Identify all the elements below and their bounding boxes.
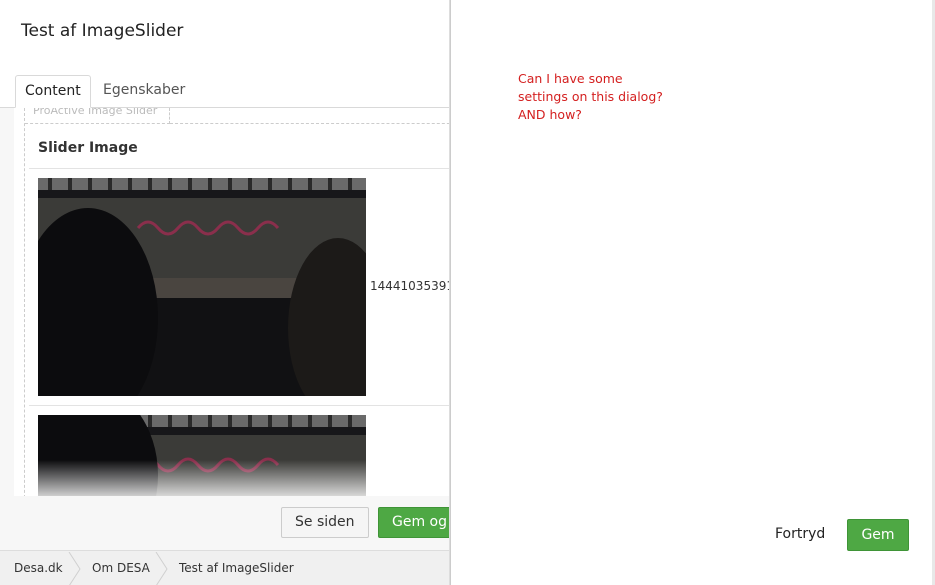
section-title: Slider Image bbox=[38, 140, 138, 156]
cancel-button[interactable]: Fortryd bbox=[775, 526, 825, 542]
content-editor: Test af ImageSlider Content Egenskaber P… bbox=[0, 0, 450, 585]
editor-header: Test af ImageSlider bbox=[0, 0, 449, 64]
section-divider bbox=[29, 168, 449, 169]
tab-content[interactable]: Content bbox=[15, 75, 91, 108]
breadcrumb-separator-icon bbox=[68, 552, 81, 585]
breadcrumb-item-current: Test af ImageSlider bbox=[179, 561, 294, 575]
tab-egenskaber[interactable]: Egenskaber bbox=[94, 75, 194, 108]
breadcrumb-item-om-desa[interactable]: Om DESA bbox=[92, 561, 150, 575]
save-publish-button[interactable]: Gem og bbox=[378, 507, 449, 538]
image-divider bbox=[29, 405, 449, 406]
editor-tabs: Content Egenskaber bbox=[0, 64, 449, 108]
slider-image-caption: 14441035391 bbox=[370, 279, 450, 293]
editor-action-bar: Se siden Gem og bbox=[0, 496, 449, 550]
page-title: Test af ImageSlider bbox=[21, 21, 184, 41]
fieldset-legend: ProActive Image Slider bbox=[33, 108, 158, 117]
dialog-note: Can I have some settings on this dialog?… bbox=[518, 71, 663, 122]
breadcrumb: Desa.dk Om DESA Test af ImageSlider bbox=[0, 550, 449, 585]
fieldset-border bbox=[170, 123, 449, 124]
settings-dialog: Can I have some settings on this dialog?… bbox=[450, 0, 935, 585]
fieldset-legend-tab: ProActive Image Slider bbox=[25, 108, 170, 124]
preview-button[interactable]: Se siden bbox=[281, 507, 369, 538]
image-fade-overlay bbox=[38, 460, 366, 496]
tab-content-panel: ProActive Image Slider Slider Image 1444… bbox=[14, 108, 450, 496]
breadcrumb-separator-icon bbox=[155, 552, 168, 585]
slider-image-thumbnail[interactable] bbox=[38, 178, 366, 396]
save-button[interactable]: Gem bbox=[847, 519, 909, 551]
breadcrumb-item-desa[interactable]: Desa.dk bbox=[14, 561, 63, 575]
slider-image-photo bbox=[38, 178, 366, 396]
slider-image-thumbnail-2[interactable] bbox=[38, 415, 366, 496]
